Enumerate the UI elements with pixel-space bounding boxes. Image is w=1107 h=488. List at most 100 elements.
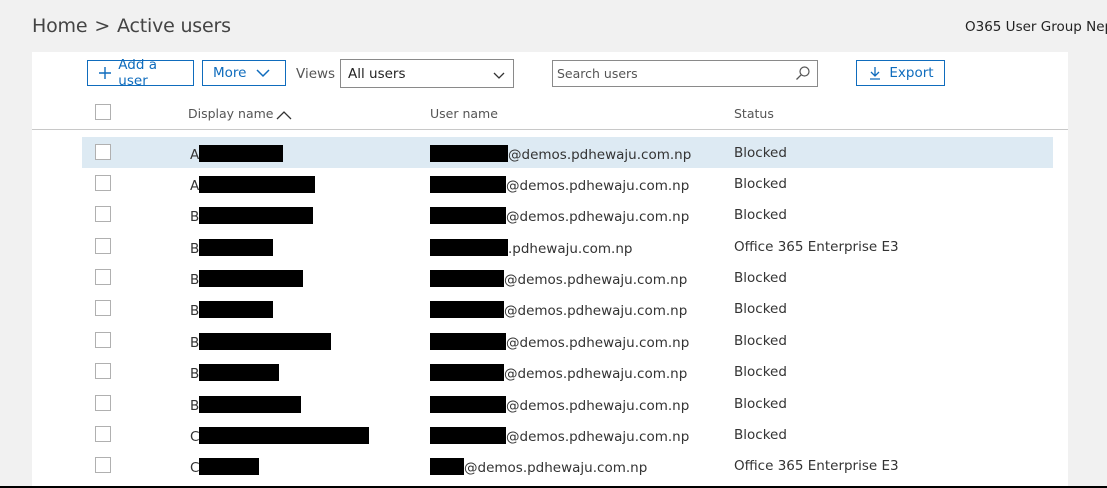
user-name-text: @demos.pdhewaju.com.np bbox=[506, 335, 690, 351]
row-checkbox[interactable] bbox=[95, 300, 111, 316]
display-name-initial: C bbox=[190, 429, 200, 445]
redaction-bar bbox=[430, 396, 506, 413]
display-name-initial: B bbox=[190, 398, 200, 414]
user-name-cell: @demos.pdhewaju.com.np bbox=[430, 364, 687, 382]
table-row[interactable]: A @demos.pdhewaju.com.np Blocked bbox=[82, 137, 1053, 168]
display-name-initial: B bbox=[190, 209, 200, 225]
row-checkbox[interactable] bbox=[95, 175, 111, 191]
status-cell: Blocked bbox=[734, 396, 787, 412]
table-row[interactable]: B .pdhewaju.com.np Office 365 Enterprise… bbox=[32, 231, 1068, 262]
table-row[interactable]: A @demos.pdhewaju.com.np Blocked bbox=[32, 168, 1068, 199]
display-name-initial: C bbox=[190, 460, 200, 476]
user-name-text: @demos.pdhewaju.com.np bbox=[506, 429, 690, 445]
row-checkbox[interactable] bbox=[95, 395, 111, 411]
status-cell: Blocked bbox=[734, 176, 787, 192]
status-cell: Blocked bbox=[734, 207, 787, 223]
display-name-initial: B bbox=[190, 272, 200, 288]
display-name-cell: C bbox=[190, 458, 260, 476]
export-label: Export bbox=[889, 65, 934, 81]
sort-ascending-icon bbox=[276, 110, 292, 120]
redaction-bar bbox=[430, 207, 506, 224]
display-name-cell: A bbox=[190, 145, 284, 163]
search-input[interactable] bbox=[553, 61, 791, 85]
table-row[interactable]: B @demos.pdhewaju.com.np Blocked bbox=[32, 325, 1068, 356]
redaction-bar bbox=[430, 270, 504, 287]
column-header-user-name[interactable]: User name bbox=[430, 106, 498, 121]
add-user-button[interactable]: Add a user bbox=[87, 57, 194, 89]
user-name-cell: @demos.pdhewaju.com.np bbox=[430, 333, 689, 351]
user-name-cell: @demos.pdhewaju.com.np bbox=[430, 145, 691, 163]
table-row[interactable]: C @demos.pdhewaju.com.np Blocked bbox=[32, 419, 1068, 450]
redaction-bar bbox=[199, 301, 274, 318]
display-name-cell: A bbox=[190, 176, 316, 194]
download-icon bbox=[867, 65, 883, 81]
column-header-status[interactable]: Status bbox=[734, 106, 774, 121]
user-name-cell: @demos.pdhewaju.com.np bbox=[430, 207, 689, 225]
more-label: More bbox=[213, 65, 247, 81]
row-checkbox[interactable] bbox=[95, 238, 111, 254]
redaction-bar bbox=[430, 458, 464, 475]
display-name-cell: B bbox=[190, 301, 274, 319]
more-button[interactable]: More bbox=[202, 60, 286, 86]
table-row[interactable]: B @demos.pdhewaju.com.np Blocked bbox=[32, 262, 1068, 293]
table-row[interactable]: B @demos.pdhewaju.com.np Blocked bbox=[32, 356, 1068, 387]
display-name-initial: B bbox=[190, 303, 200, 319]
redaction-bar bbox=[430, 176, 506, 193]
display-name-initial: B bbox=[190, 335, 200, 351]
display-name-initial: A bbox=[190, 147, 200, 163]
breadcrumb-home[interactable]: Home bbox=[32, 15, 88, 37]
export-button[interactable]: Export bbox=[856, 60, 945, 86]
user-name-cell: @demos.pdhewaju.com.np bbox=[430, 176, 689, 194]
redaction-bar bbox=[199, 427, 370, 444]
display-name-cell: B bbox=[190, 207, 314, 225]
user-name-text: @demos.pdhewaju.com.np bbox=[504, 366, 688, 382]
row-checkbox[interactable] bbox=[95, 363, 111, 379]
row-checkbox[interactable] bbox=[95, 206, 111, 222]
views-selected-value: All users bbox=[348, 66, 406, 82]
redaction-bar bbox=[199, 270, 304, 287]
redaction-bar bbox=[430, 301, 504, 318]
breadcrumb: Home > Active users bbox=[32, 15, 231, 37]
redaction-bar bbox=[199, 145, 284, 162]
table-row[interactable]: B @demos.pdhewaju.com.np Blocked bbox=[32, 199, 1068, 230]
users-panel: Add a user More Views All users Export bbox=[32, 52, 1068, 488]
user-name-text: @demos.pdhewaju.com.np bbox=[504, 272, 688, 288]
column-header-display-name[interactable]: Display name bbox=[188, 106, 292, 121]
display-name-cell: B bbox=[190, 333, 332, 351]
row-checkbox[interactable] bbox=[95, 457, 111, 473]
breadcrumb-separator: > bbox=[94, 15, 111, 37]
display-name-cell: B bbox=[190, 239, 274, 257]
views-dropdown[interactable]: All users bbox=[340, 59, 514, 88]
table-row[interactable]: B @demos.pdhewaju.com.np Blocked bbox=[32, 293, 1068, 324]
status-cell: Blocked bbox=[734, 270, 787, 286]
user-name-cell: .pdhewaju.com.np bbox=[430, 239, 632, 257]
redaction-bar bbox=[430, 364, 504, 381]
select-all-checkbox[interactable] bbox=[95, 104, 111, 120]
table-row[interactable]: C @demos.pdhewaju.com.np Office 365 Ente… bbox=[32, 450, 1068, 481]
display-name-cell: B bbox=[190, 396, 302, 414]
redaction-bar bbox=[199, 396, 302, 413]
user-name-text: @demos.pdhewaju.com.np bbox=[506, 178, 690, 194]
redaction-bar bbox=[199, 458, 260, 475]
redaction-bar bbox=[199, 176, 316, 193]
search-icon[interactable] bbox=[795, 65, 811, 85]
chevron-down-icon bbox=[256, 68, 270, 78]
search-box bbox=[552, 60, 818, 87]
page-title: Active users bbox=[117, 15, 231, 37]
display-name-initial: A bbox=[190, 178, 200, 194]
user-name-cell: @demos.pdhewaju.com.np bbox=[430, 427, 689, 445]
row-checkbox[interactable] bbox=[95, 426, 111, 442]
row-checkbox[interactable] bbox=[95, 144, 111, 160]
user-name-text: @demos.pdhewaju.com.np bbox=[464, 460, 648, 476]
row-checkbox[interactable] bbox=[95, 332, 111, 348]
status-cell: Blocked bbox=[734, 427, 787, 443]
user-name-text: @demos.pdhewaju.com.np bbox=[504, 303, 688, 319]
row-checkbox[interactable] bbox=[95, 269, 111, 285]
redaction-bar bbox=[199, 207, 314, 224]
table-row[interactable]: B @demos.pdhewaju.com.np Blocked bbox=[32, 388, 1068, 419]
user-name-cell: @demos.pdhewaju.com.np bbox=[430, 458, 647, 476]
tenant-name[interactable]: O365 User Group Nepal bbox=[965, 19, 1107, 35]
redaction-bar bbox=[199, 239, 274, 256]
display-name-cell: B bbox=[190, 270, 304, 288]
status-cell: Blocked bbox=[734, 145, 787, 161]
